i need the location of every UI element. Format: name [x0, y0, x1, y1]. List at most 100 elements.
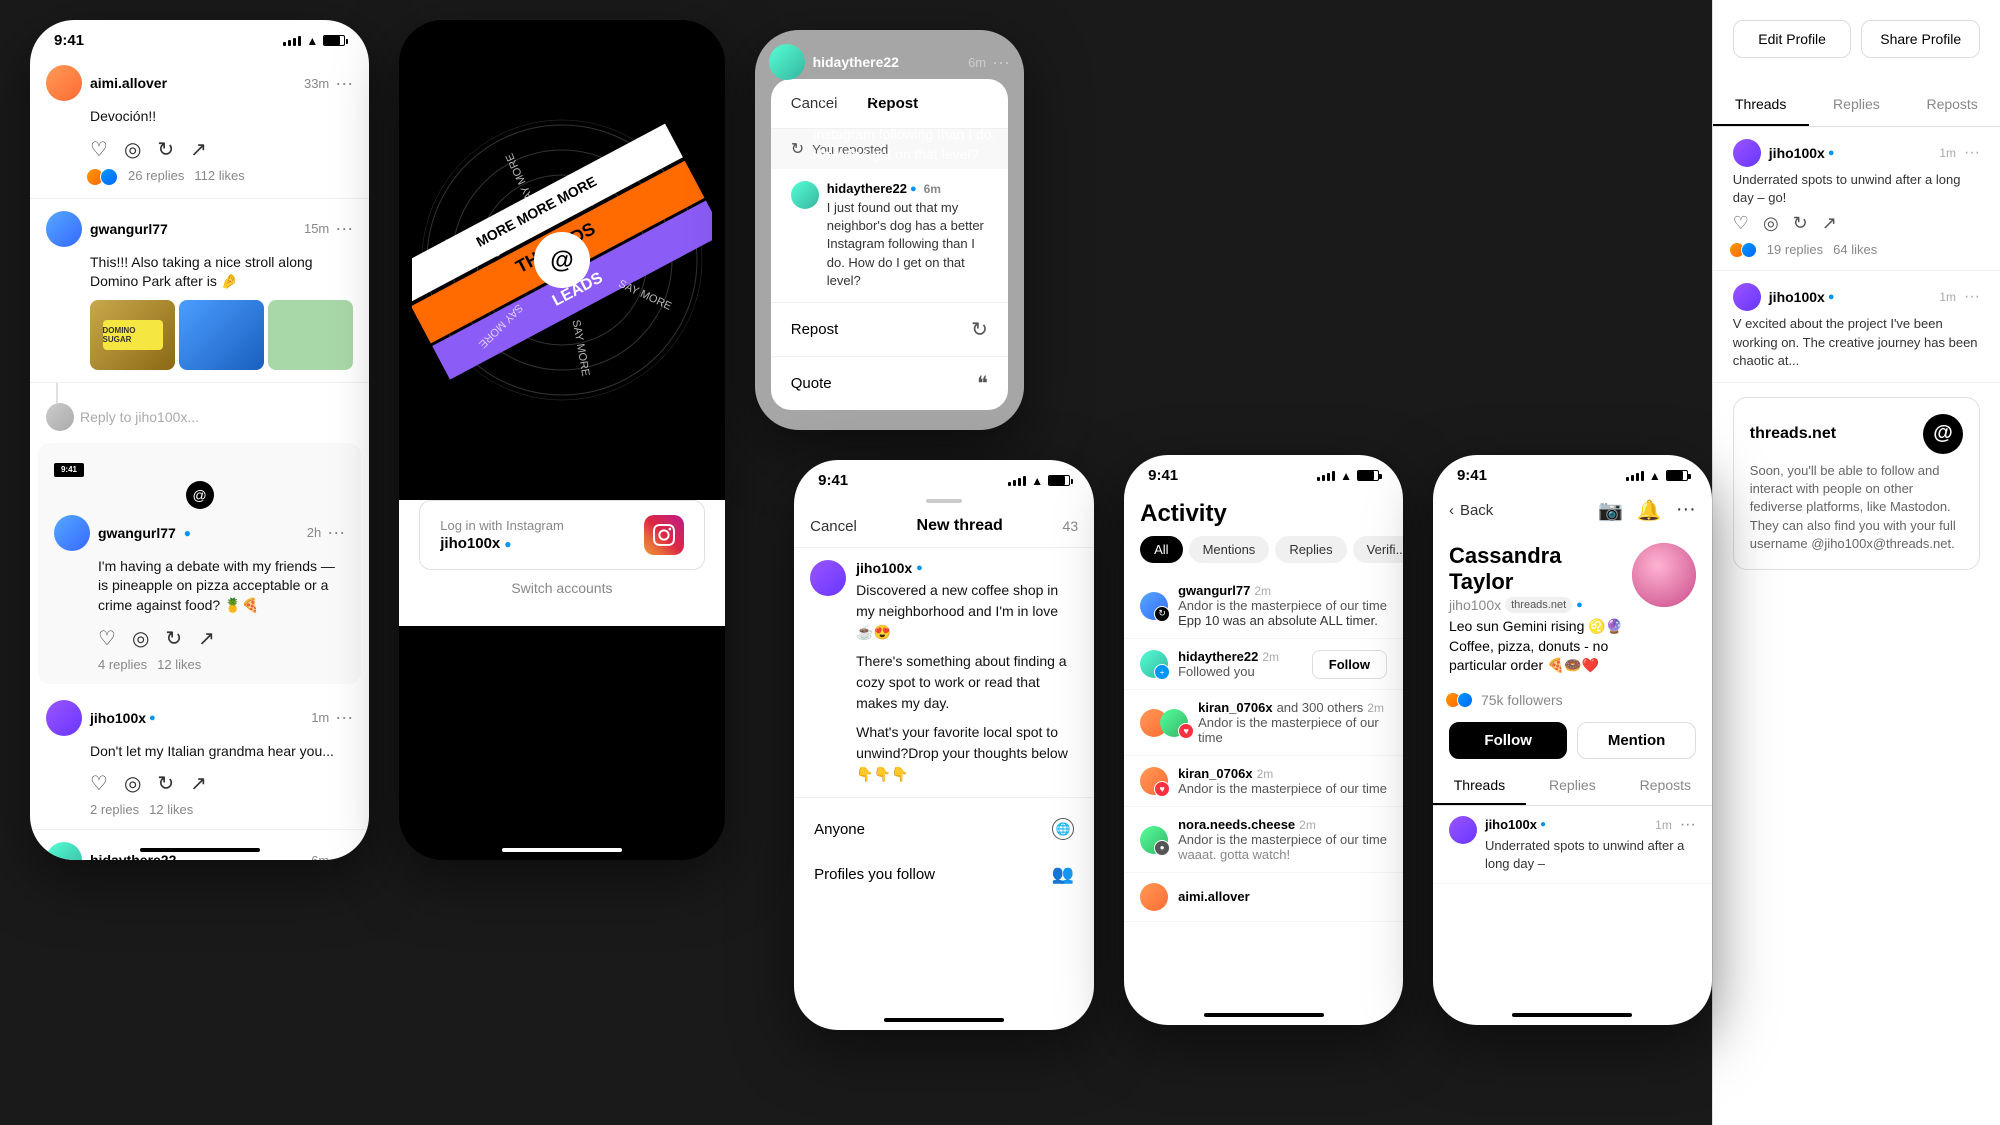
audience-anyone-option[interactable]: Anyone 🌐 — [794, 806, 1094, 852]
reply-icon[interactable]: ◎ — [124, 137, 141, 162]
avatar — [46, 65, 82, 101]
tab-replies[interactable]: Replies — [1275, 536, 1346, 563]
thread-line — [56, 383, 58, 403]
follow-button[interactable]: Follow — [1449, 722, 1567, 759]
verified-badge: ● — [1828, 147, 1835, 159]
tab-verified[interactable]: Verifi... — [1353, 536, 1403, 563]
replies-count: 4 replies — [98, 657, 147, 672]
username: jiho100x — [90, 710, 146, 726]
svg-text:SAY MORE: SAY MORE — [570, 319, 592, 377]
post-text: Underrated spots to unwind after a long … — [1733, 171, 1980, 207]
desktop-post: jiho100x ● 1m ··· Underrated spots to un… — [1713, 127, 2000, 271]
share-icon[interactable]: ↗ — [1822, 213, 1837, 234]
verified-badge: ● — [1828, 291, 1835, 303]
more-icon[interactable]: ··· — [335, 850, 353, 860]
post-username: hidaythere22 — [827, 181, 907, 196]
more-icon[interactable]: ··· — [1676, 498, 1696, 523]
tab-threads[interactable]: Threads — [1433, 767, 1526, 805]
avatar — [54, 515, 90, 551]
post-time: 15m — [304, 221, 329, 236]
post-time: 1m — [1939, 290, 1956, 304]
repost-icon[interactable]: ↻ — [1793, 213, 1808, 234]
activity-item: ● nora.needs.cheese 2m Andor is the mast… — [1124, 807, 1403, 873]
repost-icon[interactable]: ↻ — [157, 137, 174, 162]
time: 9:41 — [818, 472, 848, 489]
more-icon[interactable]: ··· — [1964, 288, 1980, 306]
more-icon[interactable]: ··· — [335, 73, 353, 94]
audience-profiles-option[interactable]: Profiles you follow 👥 — [794, 852, 1094, 897]
desktop-profile-actions: Edit Profile Share Profile — [1733, 20, 1980, 58]
activity-subtext: Andor is the masterpiece of our time — [1178, 781, 1387, 796]
tab-replies[interactable]: Replies — [1526, 767, 1619, 805]
background-post: hidaythere22 6m ··· I just found out tha… — [755, 30, 1025, 178]
profile-nav: ‹ Back 📷 🔔 ··· — [1433, 488, 1712, 533]
wifi-icon: ▲ — [306, 34, 318, 48]
instagram-nav-icon[interactable]: 📷 — [1598, 498, 1623, 523]
like-icon[interactable]: ♡ — [98, 626, 116, 651]
desktop-tab-replies[interactable]: Replies — [1809, 84, 1905, 126]
phone-mini-status: 9:41 — [54, 455, 345, 481]
more-icon[interactable]: ··· — [335, 707, 353, 728]
post-time: 6m — [924, 182, 941, 196]
follow-button[interactable]: Follow — [1312, 650, 1387, 679]
like-icon[interactable]: ♡ — [1733, 213, 1749, 234]
share-icon[interactable]: ↗ — [190, 771, 207, 796]
mention-button[interactable]: Mention — [1577, 722, 1695, 759]
cancel-button[interactable]: Cancel — [810, 518, 857, 535]
phone-profile: 9:41 ▲ ‹ Back — [1433, 455, 1712, 1025]
signal-icon — [1008, 476, 1026, 486]
switch-accounts-button[interactable]: Switch accounts — [419, 570, 704, 606]
share-profile-button[interactable]: Share Profile — [1861, 20, 1980, 58]
repost-icon[interactable]: ↻ — [165, 626, 182, 651]
drag-handle — [794, 493, 1094, 505]
more-icon[interactable]: ··· — [1964, 144, 1980, 162]
quote-button[interactable]: Quote ❝ — [771, 357, 1008, 410]
reply-placeholder[interactable]: Reply to jiho100x... — [80, 409, 199, 425]
tab-all[interactable]: All — [1140, 536, 1182, 563]
reply-icon[interactable]: ◎ — [132, 626, 149, 651]
back-button[interactable]: ‹ Back — [1449, 502, 1493, 519]
fediverse-card: threads.net @ Soon, you'll be able to fo… — [1733, 397, 1980, 570]
more-icon[interactable]: ··· — [1680, 816, 1696, 834]
likes-count: 12 likes — [157, 657, 201, 672]
home-indicator — [140, 848, 260, 852]
bell-icon[interactable]: 🔔 — [1637, 498, 1662, 523]
back-label: Back — [1460, 502, 1493, 519]
more-icon[interactable]: ··· — [335, 218, 353, 239]
instagram-login-button[interactable]: Log in with Instagram jiho100x ● — [419, 500, 704, 570]
repost-icon[interactable]: ↻ — [157, 771, 174, 796]
desktop-tab-threads[interactable]: Threads — [1713, 84, 1809, 126]
share-icon[interactable]: ↗ — [190, 137, 207, 162]
desktop-tab-reposts[interactable]: Reposts — [1904, 84, 2000, 126]
repost-button[interactable]: Repost ↻ — [771, 303, 1008, 357]
tab-mentions[interactable]: Mentions — [1189, 536, 1270, 563]
battery-icon — [1357, 470, 1379, 481]
activity-item: aimi.allover — [1124, 873, 1403, 922]
post-time: 1m — [311, 710, 329, 725]
compose-text-1[interactable]: Discovered a new coffee shop in my neigh… — [856, 580, 1078, 643]
post-username: jiho100x — [1485, 817, 1537, 832]
like-icon[interactable]: ♡ — [90, 137, 108, 162]
reply-icon[interactable]: ◎ — [1763, 213, 1779, 234]
home-indicator — [1204, 1013, 1324, 1017]
avatar — [1733, 139, 1761, 167]
post-content: I just found out that my neighbor's dog … — [813, 86, 1011, 164]
profile-actions: Follow Mention — [1433, 714, 1712, 767]
reply-area[interactable]: Reply to jiho100x... — [30, 403, 369, 439]
compose-text-3[interactable]: What's your favorite local spot to unwin… — [856, 722, 1078, 785]
activity-subtext: Epp 10 was an absolute ALL timer. — [1178, 613, 1387, 628]
desktop-profile-tabs: Threads Replies Reposts — [1713, 84, 2000, 127]
thread-post: gwangurl77 15m ··· This!!! Also taking a… — [30, 199, 369, 383]
like-icon[interactable]: ♡ — [90, 771, 108, 796]
post-images: DOMINO SUGAR — [90, 300, 353, 370]
likes-count: 112 likes — [194, 168, 244, 186]
share-icon[interactable]: ↗ — [198, 626, 215, 651]
more-icon[interactable]: ··· — [992, 52, 1010, 73]
more-icon[interactable]: ··· — [327, 522, 345, 543]
edit-profile-button[interactable]: Edit Profile — [1733, 20, 1852, 58]
compose-text-2[interactable]: There's something about finding a cozy s… — [856, 651, 1078, 714]
reply-icon[interactable]: ◎ — [124, 771, 141, 796]
profile-bio: Leo sun Gemini rising ♌🔮 Coffee, pizza, … — [1449, 617, 1632, 676]
new-thread-header: Cancel New thread 43 — [794, 505, 1094, 548]
tab-reposts[interactable]: Reposts — [1619, 767, 1712, 805]
